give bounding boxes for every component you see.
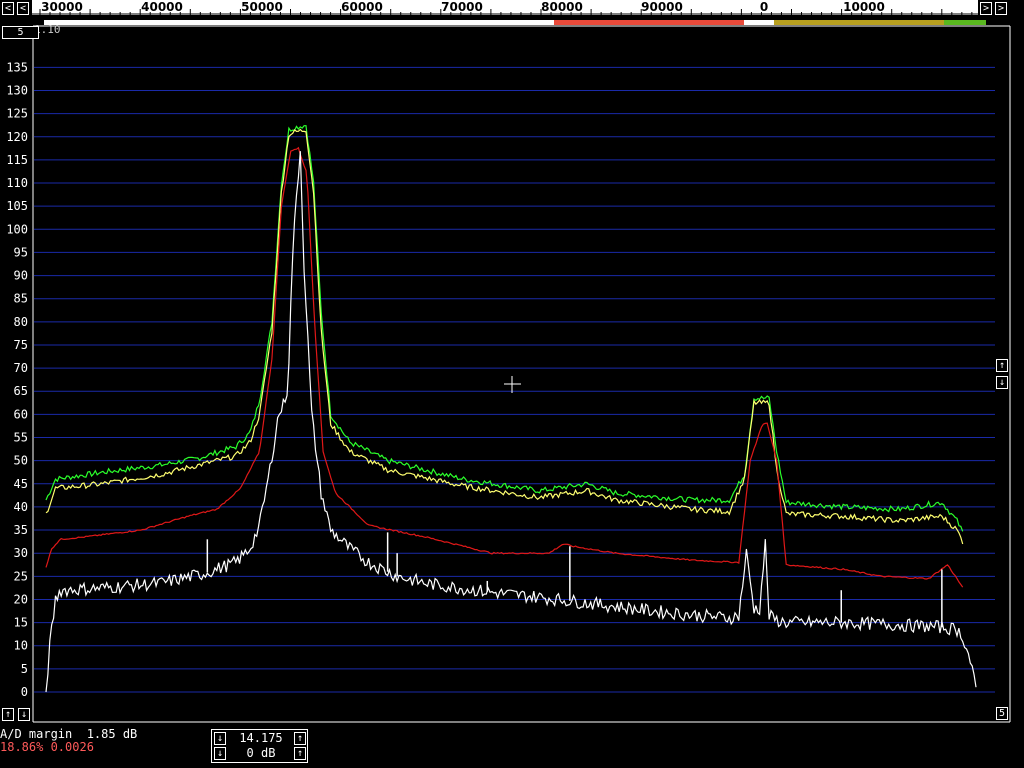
y-tick-label: 105 [6, 199, 28, 213]
top-scale-label: 60000 [341, 0, 383, 14]
y-tick-label: 70 [14, 361, 28, 375]
y-tick-label: 60 [14, 407, 28, 421]
y-tick-label: 25 [14, 569, 28, 583]
zoom-in-button[interactable]: > [980, 2, 992, 15]
y-tick-label: 5 [21, 662, 28, 676]
spectrum-plot[interactable]: 30000 40000 50000 60000 70000 80000 90000 0 1000… [0, 0, 1024, 768]
y-tick-label: 125 [6, 107, 28, 121]
scroll-right-button[interactable]: > [995, 2, 1007, 15]
y-tick-label: 85 [14, 292, 28, 306]
db-up-button[interactable]: ↑ [294, 747, 306, 760]
frequency-readout: 14.175 [239, 731, 283, 745]
top-scale-label: 50000 [241, 0, 283, 14]
gain-down-button[interactable]: ↓ [996, 376, 1008, 389]
y-tick-label: 0 [21, 685, 28, 699]
frequency-up-button[interactable]: ↑ [294, 732, 306, 745]
y-tick-label: 20 [14, 592, 28, 606]
y-tick-label: 40 [14, 500, 28, 514]
top-scale-label: 30000 [41, 0, 83, 14]
y-tick-label: 135 [6, 60, 28, 74]
gain-up-button[interactable]: ↑ [996, 359, 1008, 372]
top-scale-label: 80000 [541, 0, 583, 14]
top-scale-label: 40000 [141, 0, 183, 14]
top-scale-label: 0 [760, 0, 768, 14]
series-line-yellow [45, 128, 964, 545]
corner-box[interactable]: 5 [996, 707, 1008, 720]
y-tick-label: 100 [6, 222, 28, 236]
frequency-down-button[interactable]: ↓ [214, 732, 226, 745]
bottom-up-button[interactable]: ↑ [2, 708, 14, 721]
series-line-green [45, 125, 964, 532]
y-tick-label: 35 [14, 523, 28, 537]
series-line-white [45, 151, 977, 693]
top-scale-label: 90000 [641, 0, 683, 14]
y-tick-label: 95 [14, 245, 28, 259]
color-strip-white-2 [744, 20, 774, 25]
y-tick-label: 55 [14, 431, 28, 445]
bottom-down-button[interactable]: ↓ [18, 708, 30, 721]
y-tick-label: 115 [6, 153, 28, 167]
db-readout: 0 dB [246, 746, 276, 760]
y-tick-label: 110 [6, 176, 28, 190]
top-scale-label: 70000 [441, 0, 483, 14]
top-left-box[interactable]: 5 [2, 26, 39, 39]
y-tick-label: 30 [14, 546, 28, 560]
top-scale-label: 10000 [843, 0, 885, 14]
y-tick-label: 120 [6, 130, 28, 144]
ad-margin-text: A/D margin 1.85 dB [0, 727, 138, 741]
color-strip-red [554, 20, 744, 25]
y-tick-label: 15 [14, 616, 28, 630]
color-strip-white [44, 20, 554, 25]
load-text: 18.86% 0.0026 [0, 740, 94, 754]
y-tick-label: 45 [14, 477, 28, 491]
y-tick-label: 80 [14, 315, 28, 329]
y-tick-label: 75 [14, 338, 28, 352]
y-tick-label: 90 [14, 269, 28, 283]
db-down-button[interactable]: ↓ [214, 747, 226, 760]
y-tick-label: 10 [14, 639, 28, 653]
scroll-left-button[interactable]: < [2, 2, 14, 15]
y-tick-label: 50 [14, 454, 28, 468]
zoom-out-button[interactable]: < [17, 2, 29, 15]
y-tick-label: 130 [6, 83, 28, 97]
series-line-red [45, 146, 964, 588]
y-tick-label: 65 [14, 384, 28, 398]
color-strip-green [944, 20, 986, 25]
